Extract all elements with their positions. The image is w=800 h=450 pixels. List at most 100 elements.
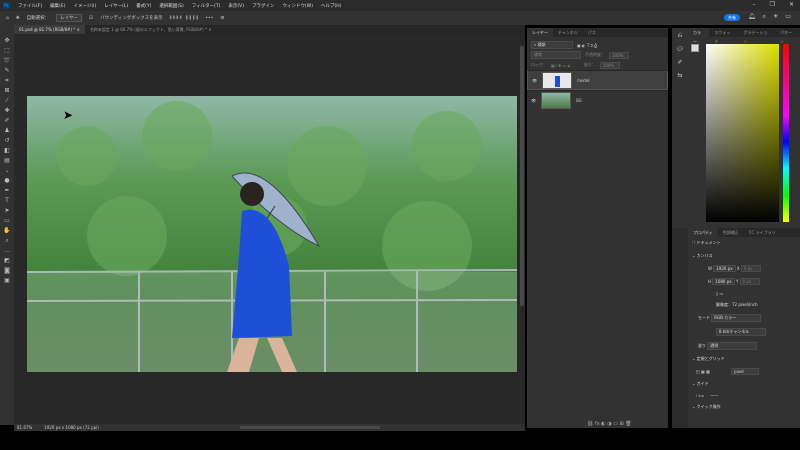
menu-type[interactable]: 書式(Y) [136,3,151,9]
quick-select-icon[interactable]: ✎ [3,67,11,75]
shape-tool-icon[interactable]: ▭ [3,217,11,225]
quick-mask-icon[interactable]: ◙ [3,267,11,275]
share-button[interactable]: 共有 [724,14,740,21]
blur-icon[interactable]: 💧︎ [3,167,11,175]
frame-tool-icon[interactable]: ⊠ [3,87,11,95]
crop-tool-icon[interactable]: ⌗ [3,77,11,85]
edit-toolbar-icon[interactable]: … [3,247,11,255]
tab-patterns[interactable]: パターン [775,28,800,44]
bit-depth-dropdown[interactable]: 8 bit/チャンネル [716,328,766,336]
bounding-box-checkbox[interactable]: ☑ [89,16,93,21]
filter-icons[interactable]: ▣ ◐ T ⌗ ⎙ [577,43,597,48]
menu-plugins[interactable]: プラグイン [252,3,275,9]
adjust-icon[interactable]: ⇆ [677,72,682,79]
zoom-level[interactable]: 81.67% [17,425,32,430]
visibility-eye-icon[interactable]: 👁︎ [532,78,537,83]
menu-help[interactable]: ヘルプ(H) [321,3,341,9]
visibility-eye-icon[interactable]: 👁︎ [531,98,536,103]
history-brush-icon[interactable]: ↺ [3,137,11,145]
width-field[interactable]: 1920 px [713,265,736,272]
menu-filter[interactable]: フィルター(T) [192,3,221,9]
foreground-color-swatch[interactable] [691,44,699,52]
lightbulb-icon[interactable]: ☀ [773,13,778,21]
move-tool-icon[interactable]: ✥ [16,16,20,21]
document-info[interactable]: 1920 px x 1080 px (72 ppi) [44,425,99,430]
horizontal-scrollbar[interactable] [240,426,380,429]
tab-cc-libraries[interactable]: CC ライブラリ [744,228,781,237]
gear-icon[interactable]: ⚙ [220,16,224,21]
lock-icons[interactable]: ▦ ⁄ ✥ ▭ 🔒︎ [551,63,570,68]
height-field[interactable]: 1080 px [712,278,735,285]
auto-select-label[interactable]: 自動選択： [27,15,50,21]
tab-paths[interactable]: パス [583,28,601,37]
zoom-tool-icon[interactable]: ⌕ [3,237,11,245]
layer-row-model[interactable]: 👁︎ model [527,70,668,90]
tab-swatches[interactable]: スウォッチ [709,28,738,44]
menu-edit[interactable]: 編集(E) [50,3,65,9]
menu-image[interactable]: イメージ(I) [73,3,96,9]
layer-footer-icons[interactable]: ⛓ fx ◐ ◑ ▭ ⊞ 🗑︎ [587,421,632,427]
history-icon[interactable]: ⎌ [678,32,683,40]
ruler-grid-icons[interactable]: ◰ ▦ ▩ [696,369,710,374]
fill-field[interactable]: 100% [599,61,620,69]
tab-layers[interactable]: レイヤー [527,28,553,37]
restore-icon[interactable]: ❐ [770,1,775,8]
menu-select[interactable]: 選択範囲(S) [159,3,183,9]
guides-header[interactable]: ⌄ ガイド [688,378,800,390]
search-icon[interactable]: ⌕ [763,13,766,21]
type-tool-icon[interactable]: T [3,197,11,205]
brush-settings-icon[interactable]: ✐ [677,59,682,66]
color-field[interactable] [706,44,779,222]
fill-dropdown[interactable]: 透明 [707,342,758,350]
tab-01-psd[interactable]: 01.psd @ 81.7% (RGB/8#) * ✕ [14,25,85,34]
document-image[interactable] [27,96,517,372]
move-tool-icon[interactable]: ✥ [3,37,11,45]
workspace-icon[interactable]: ▭ [785,13,791,21]
menu-view[interactable]: 表示(V) [228,3,244,9]
color-swatches-icon[interactable]: ◩ [3,257,11,265]
lasso-tool-icon[interactable]: ➰ [3,57,11,65]
stamp-tool-icon[interactable]: ♟ [3,127,11,135]
mode-dropdown[interactable]: RGB カラー [711,314,762,322]
hand-tool-icon[interactable]: ✋ [3,227,11,235]
tab-gradients[interactable]: グラデーション [738,28,775,44]
blend-mode-dropdown[interactable]: 通常 [531,51,581,59]
tab-color[interactable]: カラー [688,28,710,44]
gradient-icon[interactable]: ▤ [3,157,11,165]
hue-slider[interactable] [783,44,789,222]
menu-file[interactable]: ファイル(F) [18,3,42,9]
rulers-grids-header[interactable]: ⌄ 定規とグリッド [688,353,800,365]
align-icons[interactable]: ⫴ ⫴ ⫴ ⫴ ⫼ ⫼ ⫼ ⫼ [170,15,199,21]
x-field[interactable]: 0 px [740,265,761,272]
brush-tool-icon[interactable]: ✐ [3,117,11,125]
vertical-scrollbar[interactable] [520,46,524,306]
tab-adjustments[interactable]: 色調補正 [718,228,744,237]
y-field[interactable]: 0 px [739,278,760,285]
quick-actions-header[interactable]: ⌄ クイック操作 [688,401,800,413]
canvas-header[interactable]: ⌄ カンバス [688,250,800,262]
unit-dropdown[interactable]: pixel [731,368,760,375]
tab-untitled-1[interactable]: 名称未設定 1 @ 66.7% (歯のエフェクト、思い背景, RGB/8#) *… [85,25,217,34]
pen-tool-icon[interactable]: ✒ [3,187,11,195]
layer-select-dropdown[interactable]: レイヤー [56,14,83,22]
eraser-icon[interactable]: ◧ [3,147,11,155]
healing-brush-icon[interactable]: ✚ [3,107,11,115]
guide-icons[interactable]: ⫶ ⫷ ⫸ —— [688,390,800,401]
comment-icon[interactable]: 💬︎ [676,46,684,53]
dodge-icon[interactable]: ● [3,177,11,185]
marquee-tool-icon[interactable]: ⬚ [3,47,11,55]
opacity-field[interactable]: 100% [609,51,629,59]
menu-layer[interactable]: レイヤー(L) [104,3,128,9]
bell-icon[interactable]: 🔔︎ [748,13,756,21]
screen-mode-icon[interactable]: ▣ [3,277,11,285]
tab-channels[interactable]: チャンネル [553,28,583,37]
layer-filter-dropdown[interactable]: ⌕ 種類 [531,41,573,49]
close-icon[interactable]: ✕ [789,1,794,8]
more-button[interactable]: ••• [205,16,213,21]
home-icon[interactable]: ⌂ [6,16,9,21]
layer-row-bg[interactable]: 👁︎ BG [527,90,668,110]
menu-window[interactable]: ウィンドウ(W) [283,3,313,9]
path-select-icon[interactable]: ➤ [3,207,11,215]
tab-properties[interactable]: プロパティ [688,228,718,237]
eyedropper-icon[interactable]: ⁄ [3,97,11,105]
